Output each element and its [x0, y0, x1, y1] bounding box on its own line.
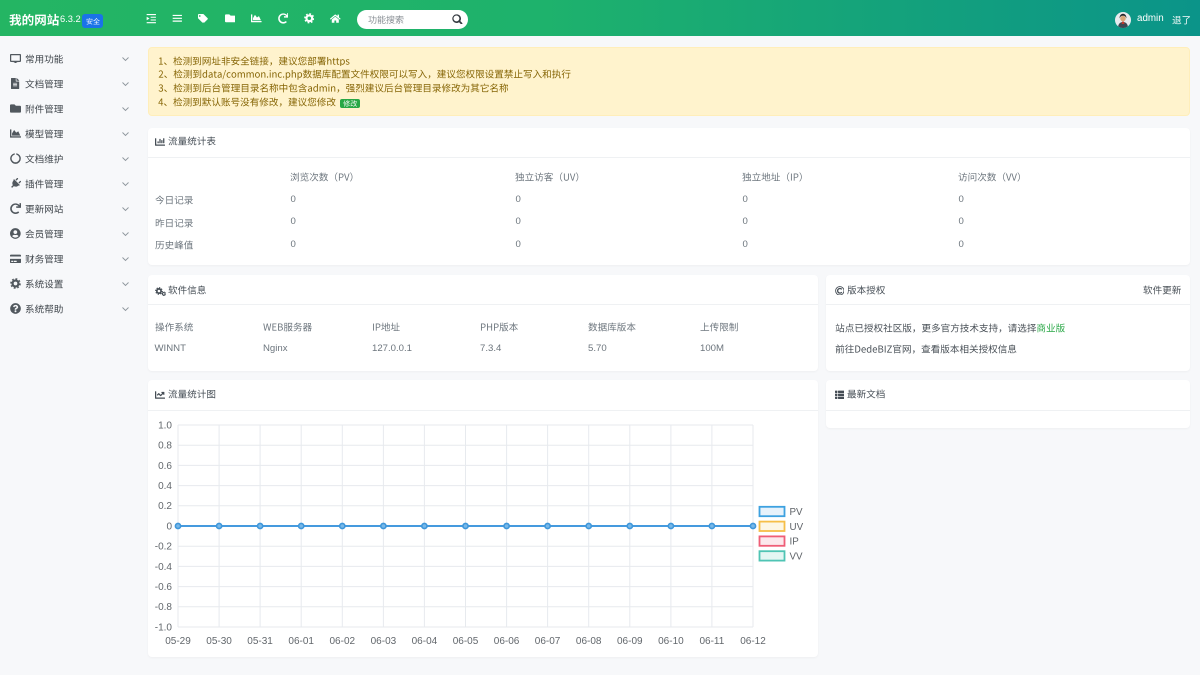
svg-text:VV: VV: [790, 551, 804, 562]
svg-text:06-03: 06-03: [371, 636, 397, 647]
svg-text:-0.8: -0.8: [155, 602, 173, 613]
svg-text:06-08: 06-08: [576, 636, 602, 647]
svg-text:05-31: 05-31: [247, 636, 273, 647]
svg-text:IP: IP: [790, 537, 800, 548]
svg-text:PV: PV: [790, 507, 804, 518]
svg-text:05-30: 05-30: [206, 636, 232, 647]
svg-text:06-10: 06-10: [658, 636, 684, 647]
svg-text:06-05: 06-05: [453, 636, 479, 647]
svg-text:-0.6: -0.6: [155, 582, 173, 593]
svg-text:UV: UV: [790, 522, 804, 533]
svg-text:0.6: 0.6: [158, 461, 172, 472]
svg-text:-0.4: -0.4: [155, 562, 173, 573]
svg-text:06-02: 06-02: [330, 636, 356, 647]
svg-text:-1.0: -1.0: [155, 622, 173, 633]
svg-text:05-29: 05-29: [165, 636, 191, 647]
svg-text:0.4: 0.4: [158, 481, 172, 492]
svg-text:06-12: 06-12: [740, 636, 766, 647]
svg-text:06-04: 06-04: [412, 636, 438, 647]
svg-text:06-06: 06-06: [494, 636, 520, 647]
svg-text:0: 0: [166, 521, 172, 532]
svg-text:0.2: 0.2: [158, 501, 172, 512]
svg-text:1.0: 1.0: [158, 420, 172, 431]
svg-text:06-01: 06-01: [288, 636, 314, 647]
svg-text:06-09: 06-09: [617, 636, 643, 647]
svg-text:06-11: 06-11: [699, 636, 724, 647]
svg-text:06-07: 06-07: [535, 636, 561, 647]
svg-text:-0.2: -0.2: [155, 542, 173, 553]
svg-text:0.8: 0.8: [158, 441, 172, 452]
